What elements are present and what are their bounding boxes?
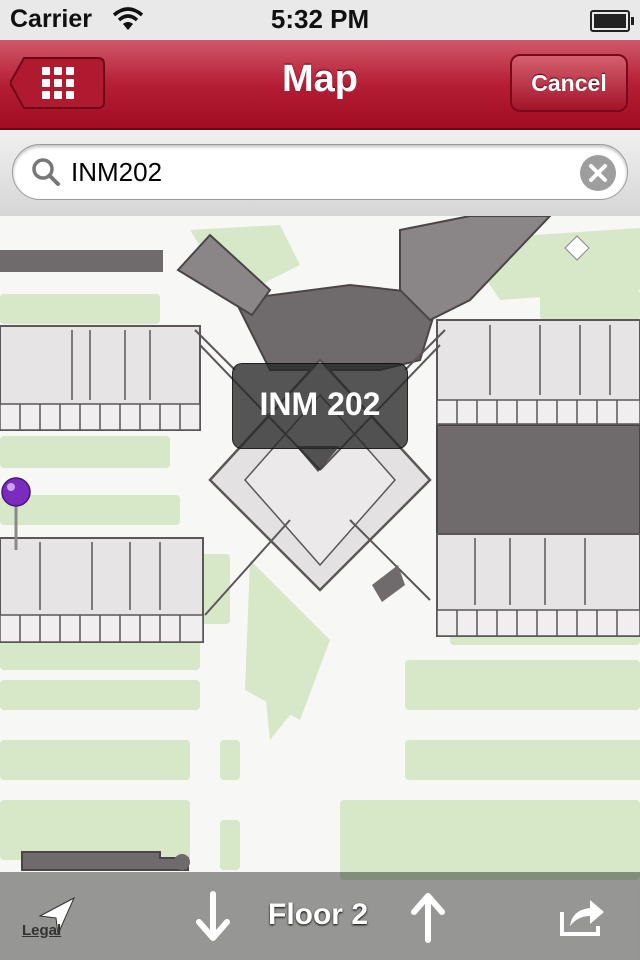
- legal-link[interactable]: Legal: [22, 922, 61, 939]
- arrow-down-icon[interactable]: [193, 890, 233, 944]
- search-icon: [32, 158, 60, 186]
- battery-icon: [590, 10, 634, 32]
- search-value: INM202: [71, 157, 163, 187]
- search-input[interactable]: INM202: [12, 144, 628, 200]
- bottom-toolbar: Legal Floor 2: [0, 872, 640, 960]
- map-canvas[interactable]: [0, 216, 640, 960]
- nav-bar: Map Cancel: [0, 40, 640, 130]
- cancel-button[interactable]: Cancel: [510, 54, 628, 112]
- location-pin-icon[interactable]: [0, 476, 32, 556]
- callout-arrow: [296, 446, 340, 472]
- clear-icon[interactable]: [579, 154, 617, 192]
- floor-label: Floor 2: [268, 898, 369, 931]
- clock: 5:32 PM: [270, 4, 370, 34]
- share-icon[interactable]: [558, 894, 608, 938]
- status-bar: Carrier 5:32 PM: [0, 0, 640, 40]
- arrow-up-icon[interactable]: [408, 890, 448, 944]
- indoor-map[interactable]: INM 202: [0, 216, 640, 960]
- search-bar: INM202: [0, 130, 640, 217]
- location-callout[interactable]: INM 202: [232, 363, 408, 449]
